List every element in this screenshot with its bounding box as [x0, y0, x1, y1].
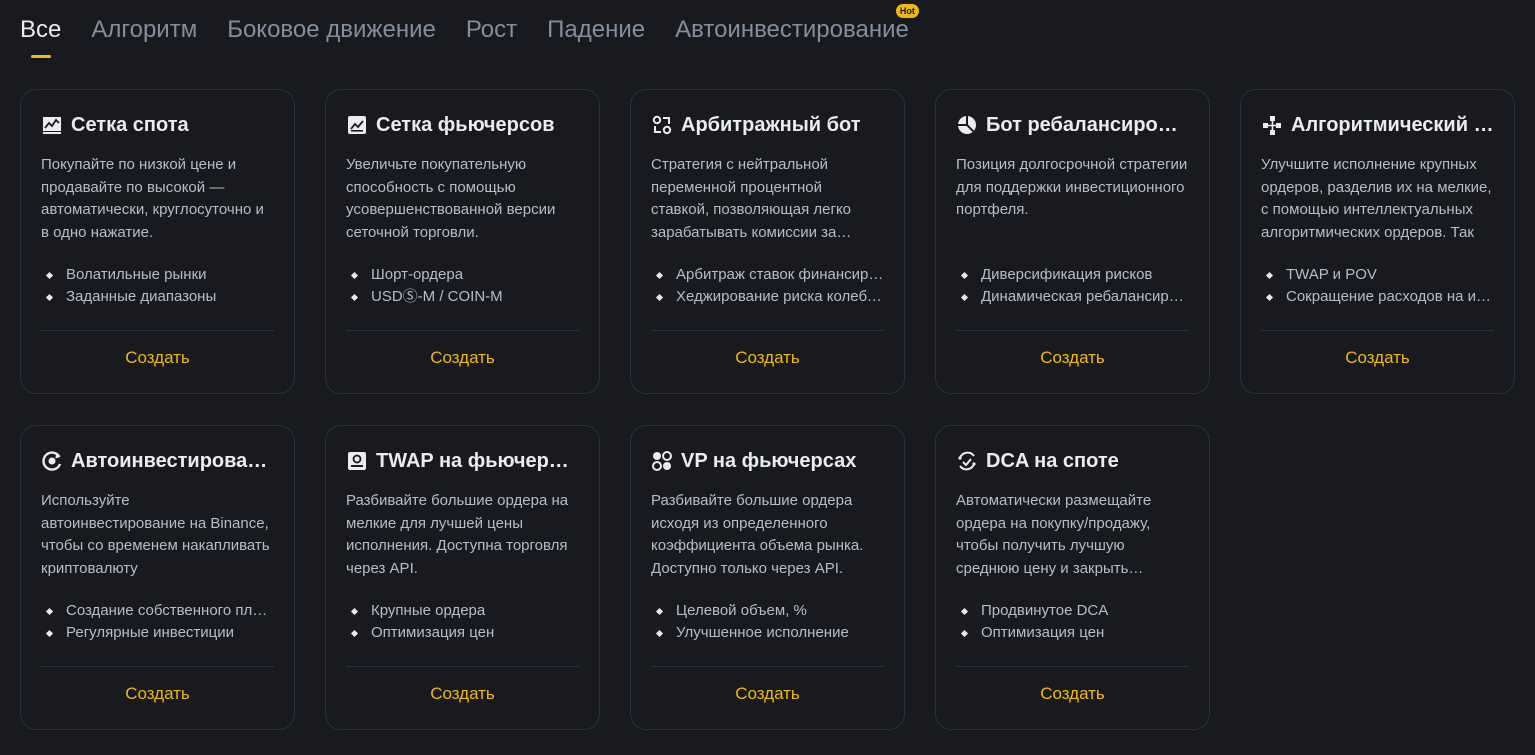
- feature-list: Диверсификация рисков Динамическая ребал…: [956, 264, 1189, 308]
- strategy-card-algorithmic-order: Алгоритмический ордер Улучшите исполнени…: [1240, 89, 1515, 394]
- tab-decline[interactable]: Падение: [547, 14, 645, 60]
- auto-invest-icon: [41, 450, 63, 472]
- card-title: Сетка спота: [41, 112, 274, 138]
- divider: [956, 666, 1189, 667]
- card-description: Стратегия с нейтральной переменной проце…: [651, 156, 852, 241]
- tab-all[interactable]: Все: [20, 14, 61, 60]
- algorithmic-order-icon: [1261, 114, 1283, 136]
- create-button[interactable]: Создать: [1261, 346, 1494, 370]
- card-description: Увеличьте покупательную способность с по…: [346, 156, 556, 241]
- feature-item: Крупные ордера: [346, 600, 579, 622]
- card-title: Сетка фьючерсов: [346, 112, 579, 138]
- feature-list: Целевой объем, % Улучшенное исполнение: [651, 600, 884, 644]
- card-description: Разбивайте большие ордера исходя из опре…: [651, 492, 864, 577]
- create-button[interactable]: Создать: [956, 346, 1189, 370]
- feature-item: Заданные диапазоны: [41, 286, 274, 308]
- divider: [651, 330, 884, 331]
- feature-item: Создание собственного плана: [41, 600, 274, 622]
- strategy-card-futures-grid: Сетка фьючерсов Увеличьте покупательную …: [325, 89, 600, 394]
- create-button[interactable]: Создать: [41, 346, 274, 370]
- dca-spot-icon: [956, 450, 978, 472]
- strategy-card-spot-grid: Сетка спота Покупайте по низкой цене и п…: [20, 89, 295, 394]
- feature-item: Арбитраж ставок финансирования: [651, 264, 884, 286]
- strategy-card-auto-invest: Автоинвестирование Используйте автоинвес…: [20, 425, 295, 730]
- rebalancing-bot-icon: [956, 114, 978, 136]
- create-button[interactable]: Создать: [651, 682, 884, 706]
- tab-growth[interactable]: Рост: [466, 14, 517, 60]
- strategy-card-dca-spot: DCA на споте Автоматически размещайте ор…: [935, 425, 1210, 730]
- create-button[interactable]: Создать: [41, 682, 274, 706]
- feature-item: Диверсификация рисков: [956, 264, 1189, 286]
- create-button[interactable]: Создать: [346, 682, 579, 706]
- card-title: Бот ребалансировки: [956, 112, 1189, 138]
- strategy-card-vp-futures: VP на фьючерсах Разбивайте большие ордер…: [630, 425, 905, 730]
- divider: [651, 666, 884, 667]
- strategy-card-arbitrage-bot: Арбитражный бот Стратегия с нейтральной …: [630, 89, 905, 394]
- feature-list: Крупные ордера Оптимизация цен: [346, 600, 579, 644]
- feature-item: USDⓈ-M / COIN-M: [346, 286, 579, 308]
- feature-item: TWAP и POV: [1261, 264, 1494, 286]
- card-description: Улучшите исполнение крупных ордеров, раз…: [1261, 156, 1492, 241]
- strategy-card-twap-futures: TWAP на фьючерсах Разбивайте большие орд…: [325, 425, 600, 730]
- feature-item: Оптимизация цен: [956, 622, 1189, 644]
- feature-list: Создание собственного плана Регулярные и…: [41, 600, 274, 644]
- hot-badge: Hot: [895, 4, 919, 18]
- tab-algorithm[interactable]: Алгоритм: [91, 14, 197, 60]
- card-title: Арбитражный бот: [651, 112, 884, 138]
- divider: [346, 666, 579, 667]
- card-title: VP на фьючерсах: [651, 448, 884, 474]
- create-button[interactable]: Создать: [346, 346, 579, 370]
- feature-item: Хеджирование риска колебаний: [651, 286, 884, 308]
- feature-list: TWAP и POV Сокращение расходов на исполн…: [1261, 264, 1494, 308]
- create-button[interactable]: Создать: [651, 346, 884, 370]
- feature-list: Продвинутое DCA Оптимизация цен: [956, 600, 1189, 644]
- twap-futures-icon: [346, 450, 368, 472]
- feature-item: Улучшенное исполнение: [651, 622, 884, 644]
- feature-item: Оптимизация цен: [346, 622, 579, 644]
- spot-grid-icon: [41, 114, 63, 136]
- card-description: Используйте автоинвестирование на Binanc…: [41, 492, 270, 577]
- strategy-tabs: Все Алгоритм Боковое движение Рост Паден…: [20, 4, 919, 60]
- arbitrage-bot-icon: [651, 114, 673, 136]
- feature-list: Арбитраж ставок финансирования Хеджирова…: [651, 264, 884, 308]
- create-button[interactable]: Создать: [956, 682, 1189, 706]
- card-title: TWAP на фьючерсах: [346, 448, 579, 474]
- divider: [41, 330, 274, 331]
- feature-list: Шорт-ордера USDⓈ-M / COIN-M: [346, 264, 579, 308]
- card-title: Алгоритмический ордер: [1261, 112, 1494, 138]
- tab-sideways[interactable]: Боковое движение: [227, 14, 436, 60]
- divider: [41, 666, 274, 667]
- feature-item: Волатильные рынки: [41, 264, 274, 286]
- card-title: Автоинвестирование: [41, 448, 274, 474]
- divider: [346, 330, 579, 331]
- divider: [956, 330, 1189, 331]
- card-description: Автоматически размещайте ордера на покуп…: [956, 492, 1152, 577]
- feature-item: Целевой объем, %: [651, 600, 884, 622]
- card-description: Позиция долгосрочной стратегии для подде…: [956, 156, 1188, 218]
- feature-item: Продвинутое DCA: [956, 600, 1189, 622]
- vp-futures-icon: [651, 450, 673, 472]
- strategy-cards-grid: Сетка спота Покупайте по низкой цене и п…: [20, 89, 1515, 730]
- card-description: Разбивайте большие ордера на мелкие для …: [346, 492, 569, 577]
- feature-item: Регулярные инвестиции: [41, 622, 274, 644]
- feature-item: Шорт-ордера: [346, 264, 579, 286]
- tab-auto-invest[interactable]: Автоинвестирование Hot: [675, 4, 919, 60]
- card-title: DCA на споте: [956, 448, 1189, 474]
- strategy-card-rebalancing-bot: Бот ребалансировки Позиция долгосрочной …: [935, 89, 1210, 394]
- card-description: Покупайте по низкой цене и продавайте по…: [41, 156, 264, 241]
- feature-item: Динамическая ребалансировка: [956, 286, 1189, 308]
- divider: [1261, 330, 1494, 331]
- feature-item: Сокращение расходов на исполнение: [1261, 286, 1494, 308]
- futures-grid-icon: [346, 114, 368, 136]
- feature-list: Волатильные рынки Заданные диапазоны: [41, 264, 274, 308]
